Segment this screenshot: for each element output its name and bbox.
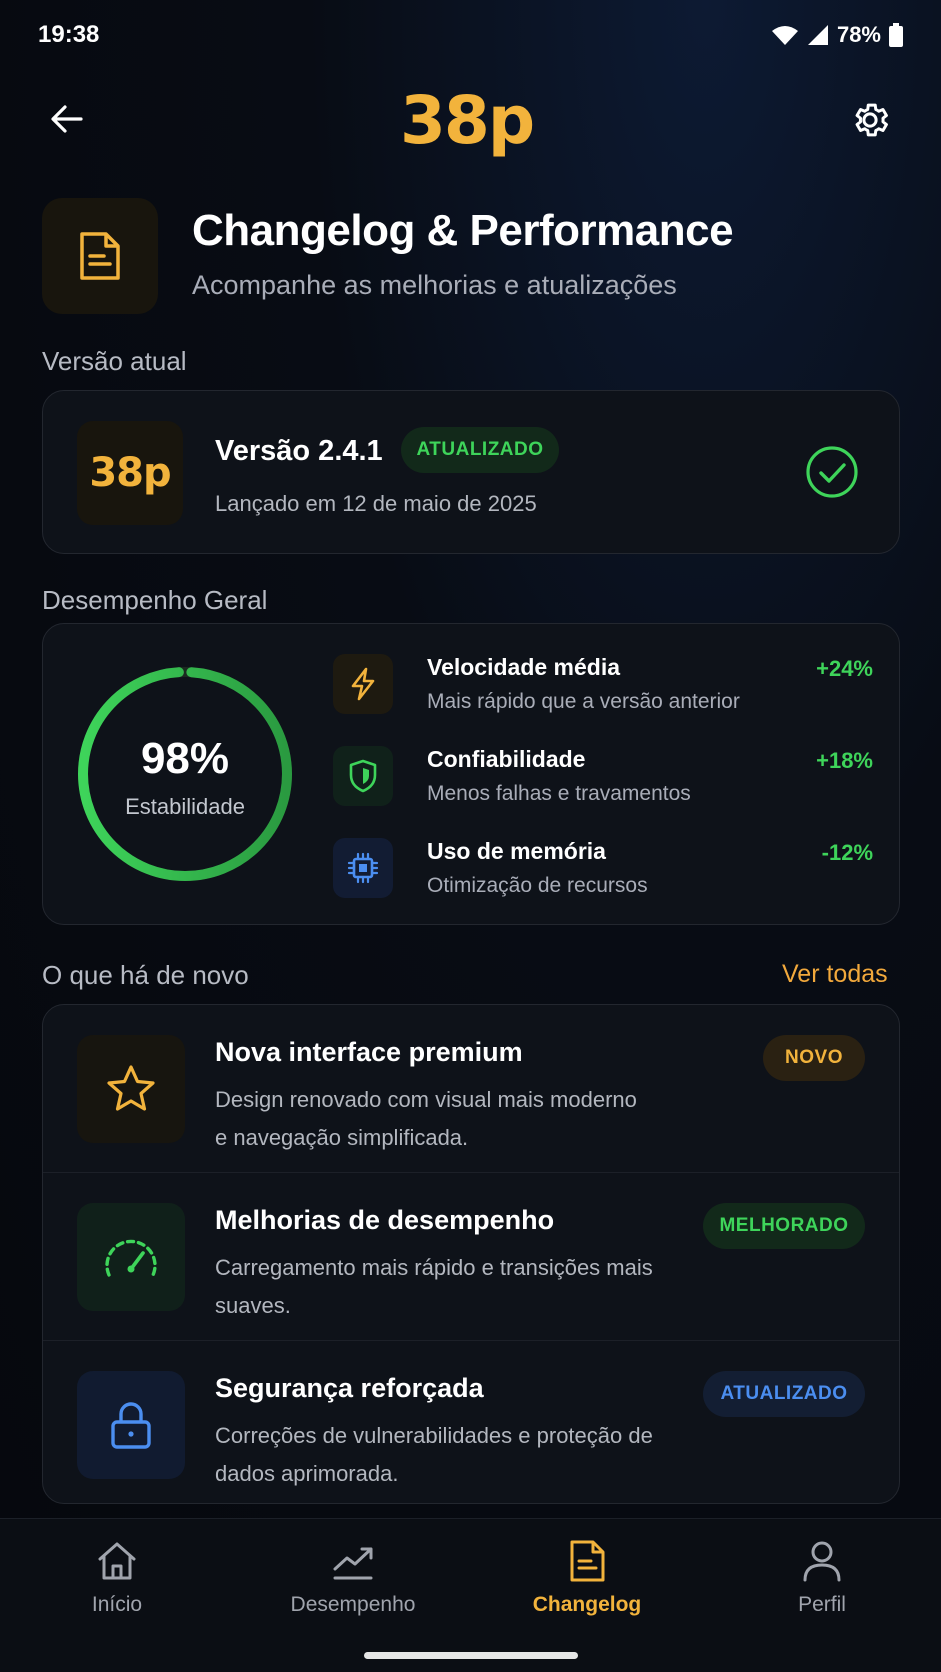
list-item-new-interface[interactable]: Nova interface premium Design renovado c… — [43, 1005, 899, 1173]
shield-icon — [349, 759, 377, 793]
speedometer-icon — [105, 1239, 157, 1277]
news-desc: Design renovado com visual mais moderno … — [215, 1087, 637, 1150]
stability-value: 98% — [140, 734, 230, 783]
nav-label: Início — [91, 1593, 143, 1616]
news-icon-box — [77, 1035, 185, 1143]
metric-name: Confiabilidade — [427, 746, 586, 772]
page-hero: Changelog & Performance Acompanhe as mel… — [42, 198, 902, 318]
metric-delta: -12% — [821, 840, 873, 865]
star-icon — [107, 1065, 155, 1111]
signal-icon — [807, 25, 828, 45]
nav-label: Changelog — [532, 1593, 642, 1616]
metric-name: Uso de memória — [427, 838, 606, 864]
gear-icon — [855, 103, 888, 137]
status-bar: 19:38 78% — [0, 0, 941, 70]
nav-item-home[interactable]: Início — [17, 1539, 217, 1639]
list-item-performance[interactable]: Melhorias de desempenho Carregamento mai… — [43, 1173, 899, 1341]
stability-label: Estabilidade — [125, 794, 245, 819]
status-time: 19:38 — [38, 21, 100, 48]
current-version-card[interactable]: 38p Versão 2.4.1 ATUALIZADO Lançado em 1… — [42, 390, 900, 554]
metric-icon-box — [333, 838, 393, 898]
metric-icon-box — [333, 746, 393, 806]
status-badge: MELHORADO — [703, 1203, 865, 1249]
chip-icon — [347, 852, 379, 884]
document-icon — [80, 232, 120, 280]
see-all-link[interactable]: Ver todas — [782, 960, 888, 989]
chart-icon — [333, 1547, 373, 1580]
news-icon-box — [77, 1203, 185, 1311]
nav-item-performance[interactable]: Desempenho — [253, 1539, 453, 1639]
page-title: Changelog & Performance — [192, 206, 734, 255]
news-title: Segurança reforçada — [215, 1373, 484, 1403]
news-title: Nova interface premium — [215, 1037, 523, 1067]
status-badge: ATUALIZADO — [703, 1371, 865, 1417]
home-indicator — [364, 1652, 578, 1659]
back-button[interactable] — [44, 96, 90, 142]
metric-delta: +18% — [816, 748, 873, 773]
wifi-icon — [771, 26, 798, 45]
news-icon-box — [77, 1371, 185, 1479]
status-badge: NOVO — [763, 1035, 865, 1081]
settings-button[interactable] — [846, 96, 894, 144]
section-label-performance: Desempenho Geral — [42, 585, 268, 615]
version-logo: 38p — [77, 421, 183, 525]
lock-icon — [111, 1402, 151, 1449]
battery-percent: 78% — [836, 22, 881, 47]
check-circle-icon — [806, 446, 858, 498]
section-label-current-version: Versão atual — [42, 346, 187, 376]
status-icons: 78% — [771, 22, 903, 48]
nav-item-changelog[interactable]: Changelog — [487, 1539, 687, 1639]
nav-label: Perfil — [798, 1593, 846, 1616]
user-icon — [803, 1541, 841, 1582]
arrow-left-icon — [51, 105, 83, 133]
news-title: Melhorias de desempenho — [215, 1205, 555, 1235]
metric-memory: Uso de memória Otimização de recursos -1… — [333, 834, 873, 904]
news-desc: Correções de vulnerabilidades e proteção… — [215, 1423, 653, 1486]
metric-desc: Mais rápido que a versão anterior — [427, 690, 740, 713]
version-title: Versão 2.4.1 — [215, 435, 383, 467]
page-subtitle: Acompanhe as melhorias e atualizações — [192, 270, 677, 300]
battery-icon — [889, 23, 903, 47]
metric-desc: Otimização de recursos — [427, 874, 648, 897]
metric-delta: +24% — [816, 656, 873, 681]
metric-reliability: Confiabilidade Menos falhas e travamento… — [333, 742, 873, 812]
release-date: Lançado em 12 de maio de 2025 — [215, 491, 537, 516]
metric-speed: Velocidade média Mais rápido que a versã… — [333, 650, 873, 720]
performance-card: 98% Estabilidade Velocidade média Mais r… — [42, 623, 900, 925]
whats-new-list: Nova interface premium Design renovado c… — [42, 1004, 900, 1504]
metric-desc: Menos falhas e travamentos — [427, 782, 691, 805]
list-item-security[interactable]: Segurança reforçada Correções de vulnera… — [43, 1341, 899, 1503]
bottom-nav: Início Desempenho Changelog Perfil — [0, 1518, 941, 1672]
lightning-icon — [351, 667, 375, 701]
nav-item-profile[interactable]: Perfil — [722, 1539, 922, 1639]
news-desc: Carregamento mais rápido e transições ma… — [215, 1255, 653, 1318]
home-icon — [98, 1542, 136, 1580]
metric-name: Velocidade média — [427, 654, 621, 680]
changelog-badge — [42, 198, 158, 314]
app-header: 38p — [0, 78, 941, 159]
section-label-whats-new: O que há de novo — [42, 960, 249, 990]
app-logo: 38p — [400, 82, 535, 159]
metric-icon-box — [333, 654, 393, 714]
nav-label: Desempenho — [290, 1593, 416, 1616]
status-badge: ATUALIZADO — [401, 427, 559, 473]
document-icon — [570, 1540, 605, 1582]
